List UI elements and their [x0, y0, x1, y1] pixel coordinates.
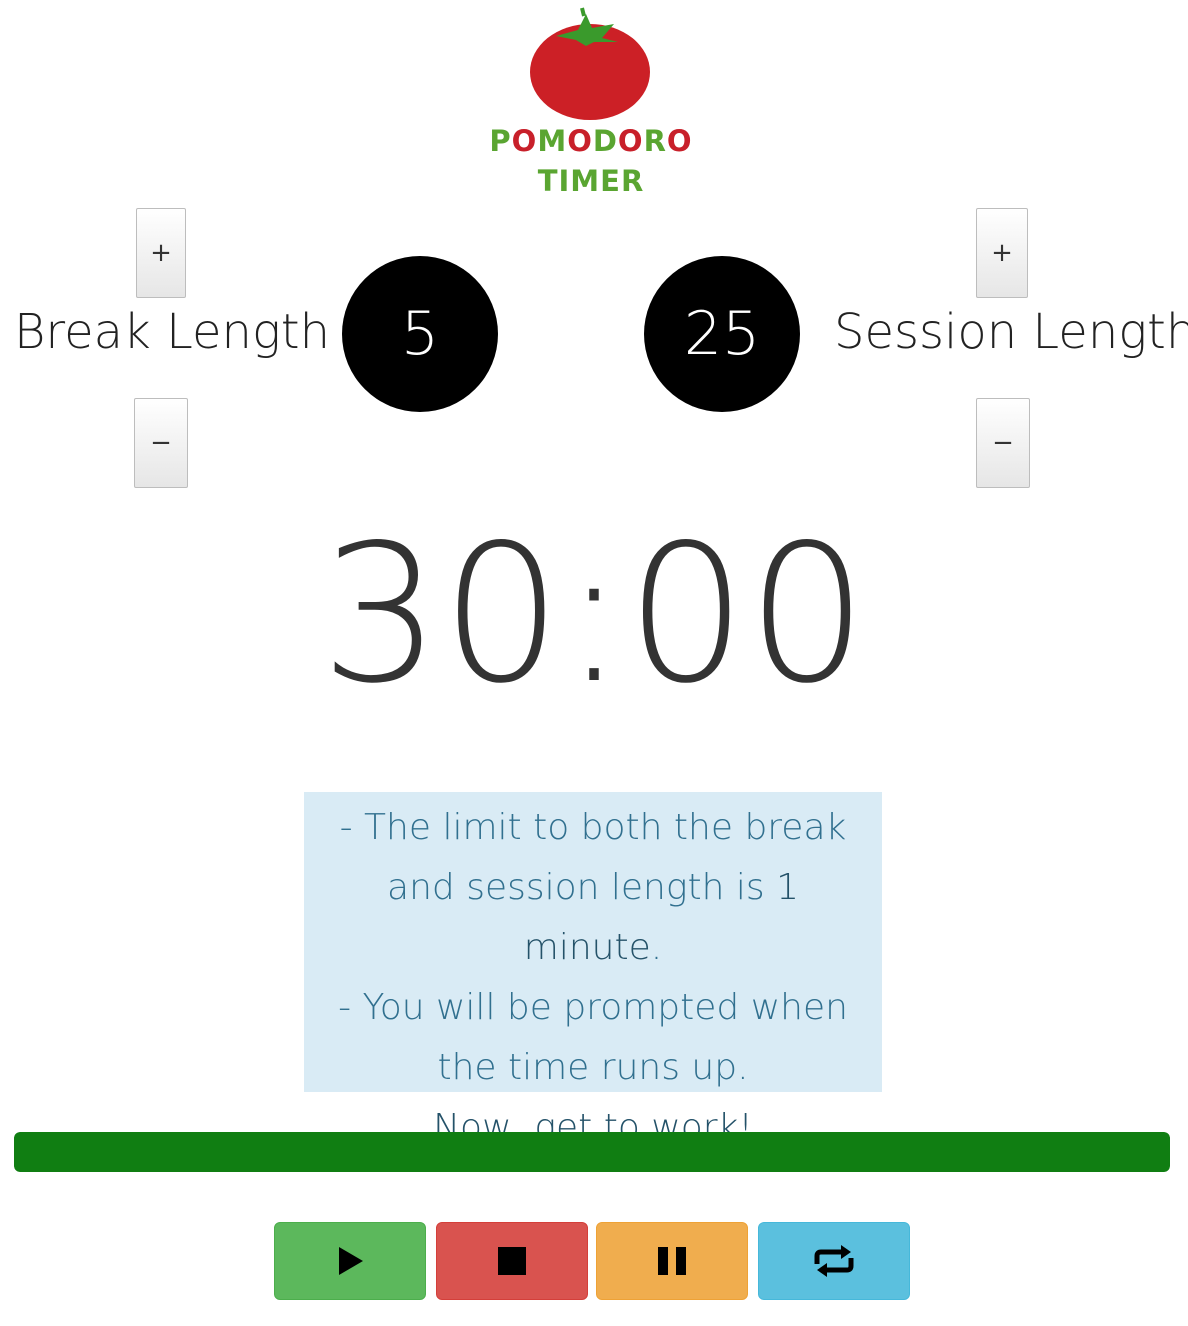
- session-decrement-button[interactable]: −: [976, 398, 1030, 488]
- logo-letter: O: [617, 124, 644, 158]
- info-text: and session length is: [387, 867, 777, 908]
- play-button[interactable]: [274, 1222, 426, 1300]
- break-length-label: Break Length: [14, 304, 331, 360]
- break-increment-button[interactable]: +: [136, 208, 186, 298]
- session-length-label: Session Length: [834, 304, 1188, 360]
- logo-letter: O: [567, 124, 593, 158]
- logo-letter: O: [511, 124, 538, 158]
- timer-display: 30:00: [320, 504, 868, 725]
- info-line: and session length is 1 minute.: [318, 858, 868, 978]
- repeat-icon: [814, 1245, 854, 1277]
- progress-fill: [14, 1132, 1170, 1172]
- break-length-value: 5: [342, 256, 498, 412]
- pause-button[interactable]: [596, 1222, 748, 1300]
- reset-button[interactable]: [758, 1222, 910, 1300]
- logo-letter: R: [643, 124, 667, 158]
- info-text: .: [650, 927, 663, 968]
- stop-button[interactable]: [436, 1222, 588, 1300]
- info-line: - You will be prompted when: [338, 987, 848, 1028]
- logo-word-pomodoro: POMODORO: [486, 124, 696, 158]
- session-increment-button[interactable]: +: [976, 208, 1028, 298]
- progress-bar: [14, 1132, 1170, 1172]
- tomato-icon: [530, 7, 650, 120]
- info-line: the time runs up.: [437, 1047, 749, 1088]
- logo-letter: O: [666, 124, 693, 158]
- info-line: - The limit to both the break: [339, 807, 847, 848]
- break-decrement-button[interactable]: −: [134, 398, 188, 488]
- pause-icon: [658, 1247, 686, 1275]
- logo-letter: P: [489, 124, 512, 158]
- info-box: - The limit to both the break and sessio…: [304, 792, 882, 1148]
- logo-word-timer: TIMER: [537, 164, 645, 198]
- stop-icon: [498, 1247, 526, 1275]
- logo-letter: M: [537, 124, 568, 158]
- session-length-value: 25: [644, 256, 800, 412]
- app-logo: POMODORO TIMER: [486, 6, 696, 198]
- play-icon: [339, 1247, 363, 1275]
- logo-letter: D: [592, 124, 618, 158]
